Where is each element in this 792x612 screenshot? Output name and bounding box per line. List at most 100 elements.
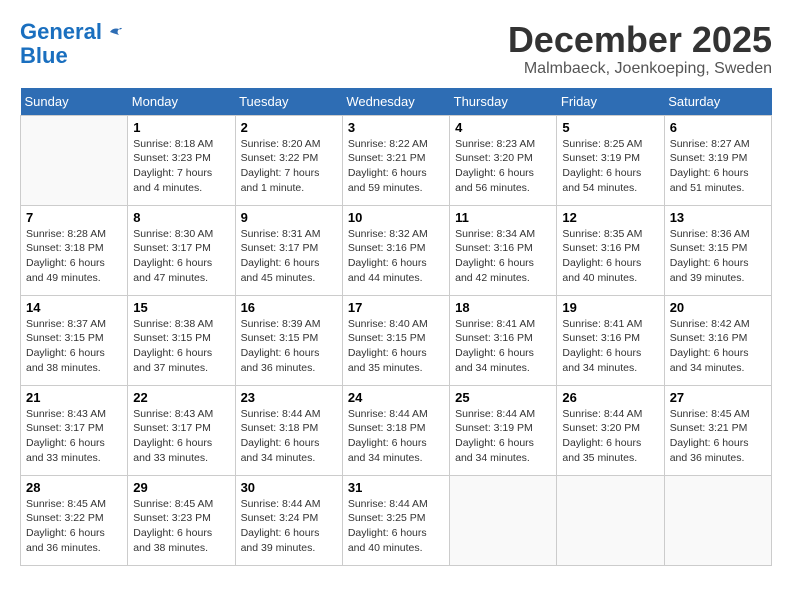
day-number: 17 (348, 300, 444, 315)
day-info: Sunrise: 8:44 AM Sunset: 3:18 PM Dayligh… (241, 407, 337, 466)
day-number: 11 (455, 210, 551, 225)
logo-blue: Blue (20, 44, 122, 68)
calendar-table: SundayMondayTuesdayWednesdayThursdayFrid… (20, 88, 772, 566)
calendar-cell: 23 Sunrise: 8:44 AM Sunset: 3:18 PM Dayli… (235, 385, 342, 475)
calendar-cell: 13 Sunrise: 8:36 AM Sunset: 3:15 PM Dayli… (664, 205, 771, 295)
day-info: Sunrise: 8:44 AM Sunset: 3:18 PM Dayligh… (348, 407, 444, 466)
calendar-cell: 9Sunrise: 8:31 AM Sunset: 3:17 PM Daylig… (235, 205, 342, 295)
day-number: 22 (133, 390, 229, 405)
day-info: Sunrise: 8:27 AM Sunset: 3:19 PM Dayligh… (670, 137, 766, 196)
logo-bird-icon (104, 23, 122, 41)
day-info: Sunrise: 8:38 AM Sunset: 3:15 PM Dayligh… (133, 317, 229, 376)
day-info: Sunrise: 8:44 AM Sunset: 3:24 PM Dayligh… (241, 497, 337, 556)
day-info: Sunrise: 8:45 AM Sunset: 3:22 PM Dayligh… (26, 497, 122, 556)
day-number: 19 (562, 300, 658, 315)
day-number: 6 (670, 120, 766, 135)
day-number: 4 (455, 120, 551, 135)
calendar-week-3: 14 Sunrise: 8:37 AM Sunset: 3:15 PM Dayli… (21, 295, 772, 385)
calendar-week-5: 28 Sunrise: 8:45 AM Sunset: 3:22 PM Dayli… (21, 475, 772, 565)
day-number: 28 (26, 480, 122, 495)
day-info: Sunrise: 8:36 AM Sunset: 3:15 PM Dayligh… (670, 227, 766, 286)
day-number: 16 (241, 300, 337, 315)
calendar-cell: 6 Sunrise: 8:27 AM Sunset: 3:19 PM Daylig… (664, 115, 771, 205)
calendar-cell: 11 Sunrise: 8:34 AM Sunset: 3:16 PM Dayli… (450, 205, 557, 295)
day-info: Sunrise: 8:41 AM Sunset: 3:16 PM Dayligh… (562, 317, 658, 376)
day-info: Sunrise: 8:45 AM Sunset: 3:23 PM Dayligh… (133, 497, 229, 556)
calendar-cell: 19 Sunrise: 8:41 AM Sunset: 3:16 PM Dayli… (557, 295, 664, 385)
day-number: 24 (348, 390, 444, 405)
day-number: 7 (26, 210, 122, 225)
day-number: 27 (670, 390, 766, 405)
calendar-cell (557, 475, 664, 565)
day-info: Sunrise: 8:44 AM Sunset: 3:19 PM Dayligh… (455, 407, 551, 466)
calendar-cell: 21Sunrise: 8:43 AM Sunset: 3:17 PM Dayli… (21, 385, 128, 475)
calendar-cell: 16 Sunrise: 8:39 AM Sunset: 3:15 PM Dayli… (235, 295, 342, 385)
day-number: 10 (348, 210, 444, 225)
day-number: 9 (241, 210, 337, 225)
logo-general: General (20, 19, 102, 44)
header-wednesday: Wednesday (342, 88, 449, 116)
calendar-cell: 3Sunrise: 8:22 AM Sunset: 3:21 PM Daylig… (342, 115, 449, 205)
day-info: Sunrise: 8:18 AM Sunset: 3:23 PM Dayligh… (133, 137, 229, 196)
day-info: Sunrise: 8:41 AM Sunset: 3:16 PM Dayligh… (455, 317, 551, 376)
calendar-cell (664, 475, 771, 565)
day-number: 15 (133, 300, 229, 315)
day-number: 8 (133, 210, 229, 225)
calendar-cell: 7 Sunrise: 8:28 AM Sunset: 3:18 PM Daylig… (21, 205, 128, 295)
day-info: Sunrise: 8:34 AM Sunset: 3:16 PM Dayligh… (455, 227, 551, 286)
day-info: Sunrise: 8:44 AM Sunset: 3:20 PM Dayligh… (562, 407, 658, 466)
day-info: Sunrise: 8:23 AM Sunset: 3:20 PM Dayligh… (455, 137, 551, 196)
page-header: General Blue December 2025 Malmbaeck, Jo… (20, 20, 772, 78)
calendar-cell: 30Sunrise: 8:44 AM Sunset: 3:24 PM Dayli… (235, 475, 342, 565)
month-title: December 2025 (508, 20, 772, 60)
day-number: 23 (241, 390, 337, 405)
day-info: Sunrise: 8:37 AM Sunset: 3:15 PM Dayligh… (26, 317, 122, 376)
day-info: Sunrise: 8:35 AM Sunset: 3:16 PM Dayligh… (562, 227, 658, 286)
day-number: 2 (241, 120, 337, 135)
calendar-cell: 10Sunrise: 8:32 AM Sunset: 3:16 PM Dayli… (342, 205, 449, 295)
calendar-cell (450, 475, 557, 565)
day-number: 14 (26, 300, 122, 315)
calendar-cell: 28 Sunrise: 8:45 AM Sunset: 3:22 PM Dayli… (21, 475, 128, 565)
calendar-cell: 31Sunrise: 8:44 AM Sunset: 3:25 PM Dayli… (342, 475, 449, 565)
day-info: Sunrise: 8:22 AM Sunset: 3:21 PM Dayligh… (348, 137, 444, 196)
logo: General Blue (20, 20, 122, 68)
day-info: Sunrise: 8:28 AM Sunset: 3:18 PM Dayligh… (26, 227, 122, 286)
day-number: 20 (670, 300, 766, 315)
header-sunday: Sunday (21, 88, 128, 116)
day-number: 1 (133, 120, 229, 135)
calendar-week-4: 21Sunrise: 8:43 AM Sunset: 3:17 PM Dayli… (21, 385, 772, 475)
header-saturday: Saturday (664, 88, 771, 116)
calendar-cell: 22Sunrise: 8:43 AM Sunset: 3:17 PM Dayli… (128, 385, 235, 475)
calendar-cell: 29Sunrise: 8:45 AM Sunset: 3:23 PM Dayli… (128, 475, 235, 565)
calendar-week-1: 1 Sunrise: 8:18 AM Sunset: 3:23 PM Daylig… (21, 115, 772, 205)
day-info: Sunrise: 8:44 AM Sunset: 3:25 PM Dayligh… (348, 497, 444, 556)
day-number: 21 (26, 390, 122, 405)
day-info: Sunrise: 8:20 AM Sunset: 3:22 PM Dayligh… (241, 137, 337, 196)
header-friday: Friday (557, 88, 664, 116)
calendar-header-row: SundayMondayTuesdayWednesdayThursdayFrid… (21, 88, 772, 116)
day-info: Sunrise: 8:39 AM Sunset: 3:15 PM Dayligh… (241, 317, 337, 376)
day-info: Sunrise: 8:40 AM Sunset: 3:15 PM Dayligh… (348, 317, 444, 376)
calendar-cell: 25Sunrise: 8:44 AM Sunset: 3:19 PM Dayli… (450, 385, 557, 475)
calendar-cell: 12 Sunrise: 8:35 AM Sunset: 3:16 PM Dayli… (557, 205, 664, 295)
header-thursday: Thursday (450, 88, 557, 116)
calendar-cell: 14 Sunrise: 8:37 AM Sunset: 3:15 PM Dayli… (21, 295, 128, 385)
day-info: Sunrise: 8:25 AM Sunset: 3:19 PM Dayligh… (562, 137, 658, 196)
calendar-cell: 8 Sunrise: 8:30 AM Sunset: 3:17 PM Daylig… (128, 205, 235, 295)
day-info: Sunrise: 8:45 AM Sunset: 3:21 PM Dayligh… (670, 407, 766, 466)
day-number: 18 (455, 300, 551, 315)
calendar-cell: 18 Sunrise: 8:41 AM Sunset: 3:16 PM Dayli… (450, 295, 557, 385)
day-number: 13 (670, 210, 766, 225)
day-info: Sunrise: 8:30 AM Sunset: 3:17 PM Dayligh… (133, 227, 229, 286)
day-number: 26 (562, 390, 658, 405)
title-block: December 2025 Malmbaeck, Joenkoeping, Sw… (508, 20, 772, 78)
logo-text: General (20, 20, 102, 44)
header-tuesday: Tuesday (235, 88, 342, 116)
calendar-cell (21, 115, 128, 205)
calendar-cell: 27 Sunrise: 8:45 AM Sunset: 3:21 PM Dayli… (664, 385, 771, 475)
calendar-cell: 1 Sunrise: 8:18 AM Sunset: 3:23 PM Daylig… (128, 115, 235, 205)
header-monday: Monday (128, 88, 235, 116)
calendar-week-2: 7 Sunrise: 8:28 AM Sunset: 3:18 PM Daylig… (21, 205, 772, 295)
day-number: 12 (562, 210, 658, 225)
